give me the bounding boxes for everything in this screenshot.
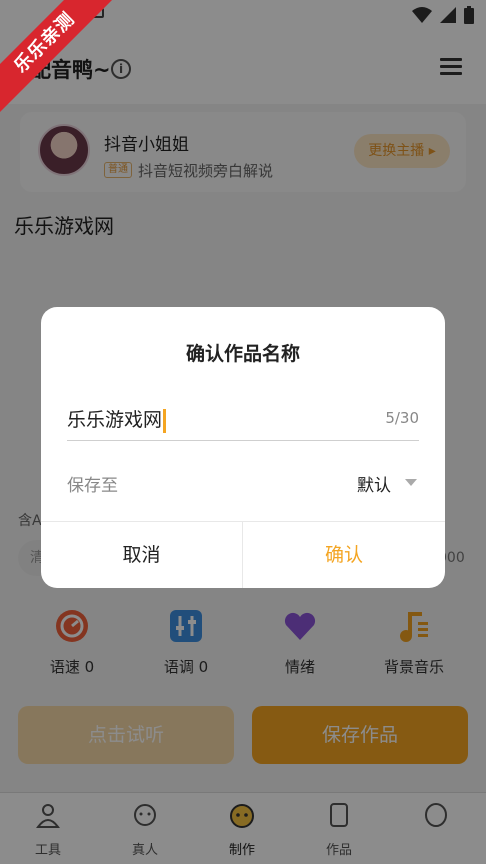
work-name-input[interactable]: 乐乐游戏网 5/30 xyxy=(67,403,419,441)
confirm-button[interactable]: 确认 xyxy=(243,522,445,588)
work-name-value[interactable]: 乐乐游戏网 xyxy=(67,405,167,433)
rename-dialog: 确认作品名称 乐乐游戏网 5/30 保存至 默认 取消 确认 xyxy=(41,307,445,588)
save-to-label: 保存至 xyxy=(67,476,118,496)
dialog-title: 确认作品名称 xyxy=(185,343,300,365)
work-name-text: 乐乐游戏网 xyxy=(67,409,163,431)
text-cursor xyxy=(163,408,167,433)
cancel-button[interactable]: 取消 xyxy=(41,522,243,588)
save-to-select[interactable]: 默认 xyxy=(357,471,391,496)
dialog-actions: 取消 确认 xyxy=(41,521,445,588)
char-count: 5/30 xyxy=(385,409,419,427)
chevron-down-icon[interactable] xyxy=(405,479,417,486)
